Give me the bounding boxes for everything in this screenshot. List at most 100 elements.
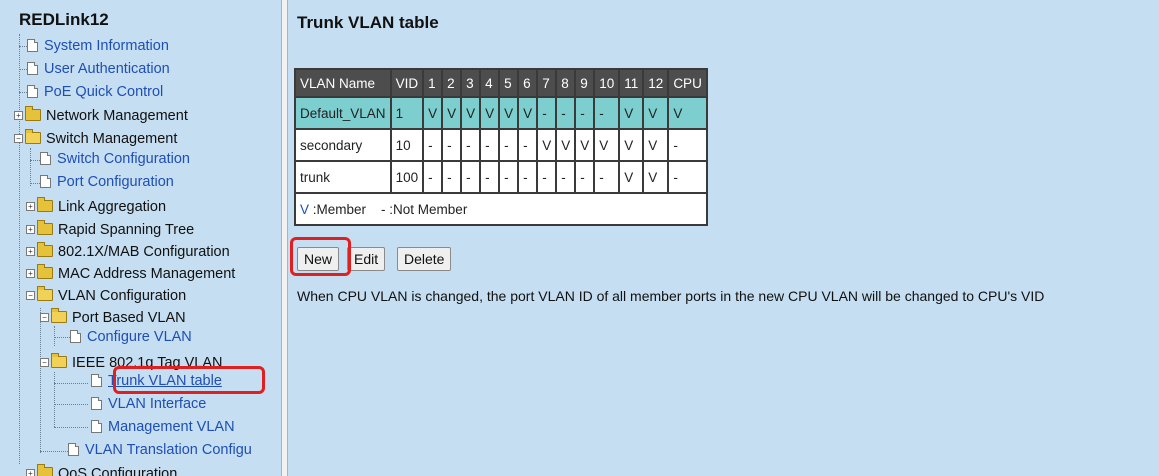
folder-icon: [37, 220, 53, 235]
sidebar-item-poe-quick-control[interactable]: PoE Quick Control: [27, 81, 163, 103]
table-row[interactable]: Default_VLAN 1 V V V V V V - - - - V V V: [296, 98, 706, 128]
page-icon: [70, 330, 81, 343]
column-header: 10: [595, 70, 619, 96]
sidebar-item-label: VLAN Configuration: [58, 288, 187, 304]
legend-member-symbol: V: [300, 201, 310, 217]
collapse-icon[interactable]: −: [40, 313, 49, 322]
tree-line: [54, 337, 70, 338]
sidebar-item-label: Port Based VLAN: [72, 310, 186, 326]
port-cell: -: [519, 130, 537, 160]
page-icon: [40, 152, 51, 165]
tree-line: [54, 404, 88, 405]
folder-icon: [37, 464, 53, 476]
sidebar-item-link-aggregation[interactable]: + Link Aggregation: [26, 196, 166, 218]
column-header: 6: [519, 70, 537, 96]
page-icon: [27, 85, 38, 98]
table-row[interactable]: trunk 100 - - - - - - - - - - V V -: [296, 162, 706, 192]
sidebar-item-label: Rapid Spanning Tree: [58, 222, 195, 238]
port-cell: -: [443, 130, 461, 160]
sidebar-item-configure-vlan[interactable]: Configure VLAN: [70, 326, 192, 348]
port-cell: V: [500, 98, 518, 128]
sidebar-item-vlan-configuration[interactable]: − VLAN Configuration: [26, 285, 186, 307]
cpu-cell: V: [669, 98, 706, 128]
column-header: 9: [576, 70, 594, 96]
vlan-name-cell: secondary: [296, 130, 390, 160]
sidebar-item-label: System Information: [44, 38, 169, 54]
sidebar-item-vlan-interface[interactable]: VLAN Interface: [91, 393, 206, 415]
column-header: 7: [538, 70, 556, 96]
port-cell: V: [576, 130, 594, 160]
port-cell: V: [519, 98, 537, 128]
expand-icon[interactable]: +: [26, 269, 35, 278]
port-cell: -: [481, 130, 499, 160]
collapse-icon[interactable]: −: [26, 291, 35, 300]
vlan-name-cell: trunk: [296, 162, 390, 192]
port-cell: -: [462, 162, 480, 192]
sidebar-item-qos-configuration[interactable]: + QoS Configuration: [26, 463, 177, 476]
delete-button[interactable]: Delete: [397, 247, 452, 271]
sidebar-item-label: PoE Quick Control: [44, 84, 164, 100]
sidebar-item-system-information[interactable]: System Information: [27, 35, 169, 57]
column-header: 11: [620, 70, 643, 96]
sidebar-item-8021x-mab-configuration[interactable]: +802.1X/MAB Configuration: [26, 241, 230, 263]
tree-line: [19, 34, 20, 464]
folder-icon: [25, 106, 41, 121]
port-cell: -: [500, 162, 518, 192]
port-cell: V: [620, 98, 643, 128]
page-icon: [91, 374, 102, 387]
sidebar-item-management-vlan[interactable]: Management VLAN: [91, 416, 235, 438]
legend-cell: V :Member - :Not Member: [296, 194, 706, 224]
sidebar-item-label: Switch Management: [46, 131, 178, 147]
port-cell: V: [620, 162, 643, 192]
table-row[interactable]: secondary 10 - - - - - - V V V V V V -: [296, 130, 706, 160]
sidebar-item-port-configuration[interactable]: Port Configuration: [40, 171, 174, 193]
frame-divider[interactable]: [281, 0, 288, 476]
port-cell: V: [620, 130, 643, 160]
column-header: 2: [443, 70, 461, 96]
sidebar-item-vlan-translation-configuration[interactable]: VLAN Translation Configu: [68, 439, 252, 461]
edit-button[interactable]: Edit: [347, 247, 386, 271]
expand-icon[interactable]: +: [26, 247, 35, 256]
sidebar-item-label: Port Configuration: [57, 174, 174, 190]
page-icon: [40, 175, 51, 188]
sidebar-item-label: Management VLAN: [108, 419, 235, 435]
port-cell: -: [557, 98, 575, 128]
port-cell: -: [443, 162, 461, 192]
port-cell: -: [595, 98, 619, 128]
table-header-row: VLAN Name VID 1 2 3 4 5 6 7 8 9 10 11 12…: [296, 70, 706, 96]
port-cell: -: [538, 162, 556, 192]
column-header: VLAN Name: [296, 70, 390, 96]
column-header: 5: [500, 70, 518, 96]
vid-cell: 10: [391, 130, 423, 160]
sidebar-item-user-authentication[interactable]: User Authentication: [27, 58, 170, 80]
page-icon: [91, 397, 102, 410]
sidebar-item-network-management[interactable]: + Network Management: [14, 105, 188, 127]
port-cell: V: [424, 98, 442, 128]
sidebar-item-label: Network Management: [46, 108, 188, 124]
collapse-icon[interactable]: −: [40, 358, 49, 367]
sidebar-item-rapid-spanning-tree[interactable]: + Rapid Spanning Tree: [26, 219, 194, 241]
vlan-name-cell: Default_VLAN: [296, 98, 390, 128]
expand-icon[interactable]: +: [26, 225, 35, 234]
folder-open-icon: [37, 286, 53, 301]
folder-open-icon: [51, 353, 67, 368]
sidebar-item-mac-address-management[interactable]: + MAC Address Management: [26, 263, 235, 285]
page-icon: [27, 39, 38, 52]
collapse-icon[interactable]: −: [14, 134, 23, 143]
cpu-cell: -: [669, 130, 706, 160]
expand-icon[interactable]: +: [14, 111, 23, 120]
column-header: 12: [644, 70, 668, 96]
tree-line: [30, 148, 31, 186]
tree-line: [40, 308, 41, 453]
sidebar-item-switch-configuration[interactable]: Switch Configuration: [40, 148, 190, 170]
brand-title: REDLink12: [19, 10, 109, 29]
legend-member-text: :Member: [309, 201, 367, 217]
port-cell: V: [595, 130, 619, 160]
sidebar-item-label: QoS Configuration: [58, 466, 178, 476]
expand-icon[interactable]: +: [26, 202, 35, 211]
sidebar-item-switch-management[interactable]: − Switch Management: [14, 128, 177, 150]
vid-cell: 100: [391, 162, 423, 192]
sidebar-item-label: Link Aggregation: [58, 199, 167, 215]
expand-icon[interactable]: +: [26, 469, 35, 476]
sidebar-item-label: User Authentication: [44, 61, 170, 77]
